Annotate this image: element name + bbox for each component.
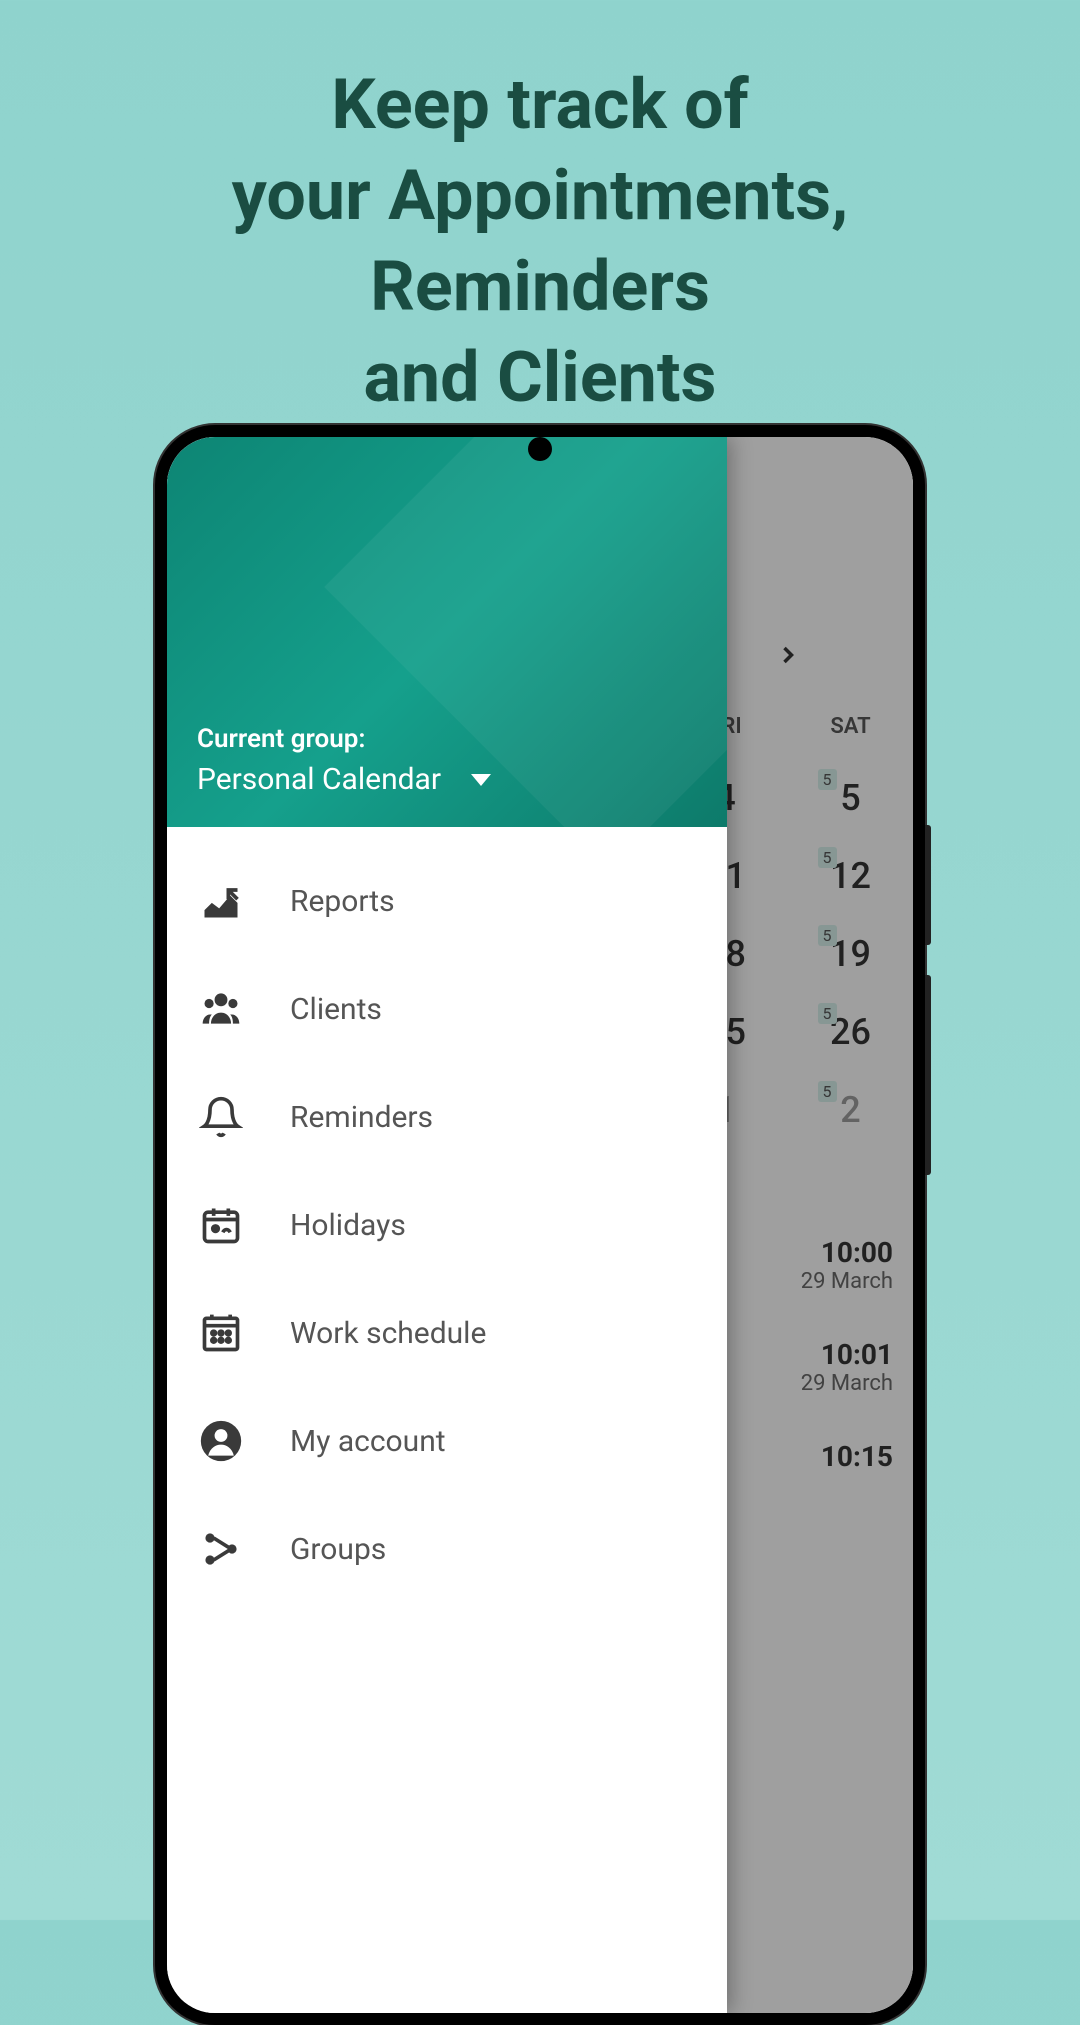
menu-item-reminders[interactable]: Reminders [167, 1063, 727, 1171]
menu-item-schedule[interactable]: Work schedule [167, 1279, 727, 1387]
headline-line-3: Reminders [40, 242, 1040, 333]
account-icon [197, 1417, 245, 1465]
menu-label: Reminders [290, 1100, 433, 1135]
holidays-icon [197, 1201, 245, 1249]
menu-item-clients[interactable]: Clients [167, 955, 727, 1063]
menu-label: Groups [290, 1532, 386, 1567]
menu-label: Reports [290, 884, 395, 919]
camera-notch [528, 437, 552, 461]
phone-screen: FRI SAT 5 4 5 5 5 11 5 12 5 18 5 19 5 25 [167, 437, 913, 2013]
menu-list: Reports Clients Reminders Holidays Work … [167, 827, 727, 1623]
menu-label: Clients [290, 992, 382, 1027]
menu-item-groups[interactable]: Groups [167, 1495, 727, 1603]
reminders-icon [197, 1093, 245, 1141]
phone-side-button [925, 975, 931, 1175]
group-selector[interactable]: Personal Calendar [197, 762, 697, 797]
menu-item-account[interactable]: My account [167, 1387, 727, 1495]
nav-drawer: Current group: Personal Calendar Reports… [167, 437, 727, 2013]
menu-label: My account [290, 1424, 446, 1459]
headline-line-1: Keep track of [40, 60, 1040, 151]
menu-item-holidays[interactable]: Holidays [167, 1171, 727, 1279]
groups-icon [197, 1525, 245, 1573]
clients-icon [197, 985, 245, 1033]
phone-frame: FRI SAT 5 4 5 5 5 11 5 12 5 18 5 19 5 25 [155, 425, 925, 2025]
headline-line-2: your Appointments, [40, 151, 1040, 242]
group-value: Personal Calendar [197, 762, 441, 797]
headline-line-4: and Clients [40, 333, 1040, 424]
menu-label: Work schedule [290, 1316, 486, 1351]
menu-item-reports[interactable]: Reports [167, 847, 727, 955]
drawer-header: Current group: Personal Calendar [167, 437, 727, 827]
marketing-headline: Keep track of your Appointments, Reminde… [0, 0, 1080, 464]
current-group-label: Current group: [197, 724, 697, 754]
menu-label: Holidays [290, 1208, 406, 1243]
phone-side-button [925, 825, 931, 945]
reports-icon [197, 877, 245, 925]
chevron-down-icon [471, 774, 491, 786]
schedule-icon [197, 1309, 245, 1357]
